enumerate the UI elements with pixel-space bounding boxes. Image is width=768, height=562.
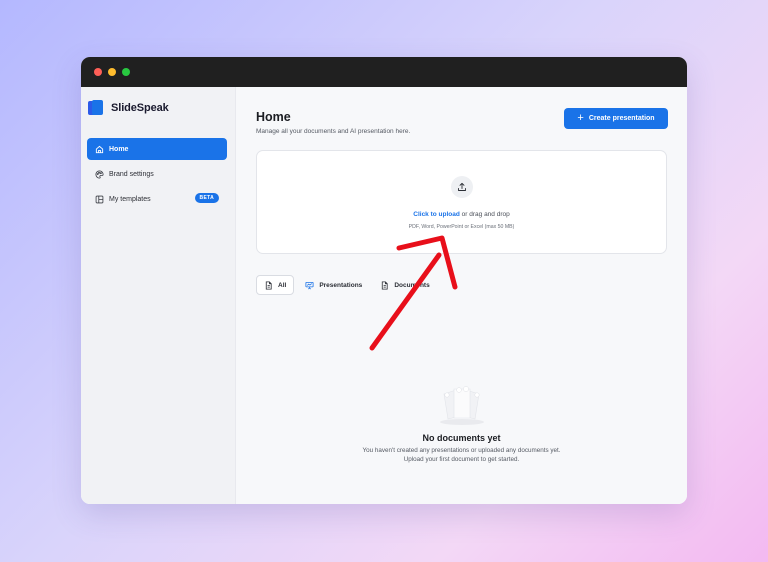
filter-tab-documents[interactable]: Documents <box>373 275 436 295</box>
empty-documents-illustration <box>440 386 484 425</box>
empty-state-text: You haven't created any presentations or… <box>362 447 561 463</box>
minimize-window-button[interactable] <box>108 68 116 76</box>
create-presentation-label: Create presentation <box>588 115 655 122</box>
sidebar-item-my-templates[interactable]: My templates BETA <box>87 188 227 210</box>
upload-instructions: Click to upload or drag and drop <box>257 211 666 218</box>
brand-name: SlideSpeak <box>111 102 169 114</box>
maximize-window-button[interactable] <box>122 68 130 76</box>
home-icon <box>95 145 104 154</box>
sidebar-item-label: Home <box>109 145 129 153</box>
sidebar: SlideSpeak Home Brand settings My templa… <box>81 87 236 504</box>
upload-dropzone[interactable]: Click to upload or drag and drop PDF, Wo… <box>256 150 667 254</box>
sidebar-item-label: Brand settings <box>109 170 154 178</box>
window-titlebar <box>81 57 687 87</box>
beta-badge: BETA <box>194 193 219 203</box>
page-subtitle: Manage all your documents and AI present… <box>256 128 411 135</box>
filter-tab-presentations[interactable]: Presentations <box>298 275 369 295</box>
palette-icon <box>95 169 104 179</box>
document-icon <box>382 280 388 290</box>
brand[interactable]: SlideSpeak <box>88 100 169 116</box>
upload-icon <box>451 176 473 198</box>
filter-tab-label: Documents <box>394 281 430 289</box>
create-presentation-button[interactable]: + Create presentation <box>564 108 668 129</box>
sidebar-item-brand-settings[interactable]: Brand settings <box>87 163 227 185</box>
filter-tab-all[interactable]: All <box>256 275 295 295</box>
document-filter-tabs: All Presentations Documents <box>256 275 441 295</box>
close-window-button[interactable] <box>94 68 102 76</box>
presentation-icon <box>305 281 314 289</box>
filter-tab-label: All <box>278 281 287 289</box>
main-content: Home Manage all your documents and AI pr… <box>236 87 687 504</box>
upload-file-types-hint: PDF, Word, PowerPoint or Excel (max 50 M… <box>408 224 515 230</box>
sidebar-item-label: My templates <box>109 195 151 203</box>
page-title: Home <box>256 110 291 124</box>
slidespeak-logo-icon <box>88 100 104 116</box>
drag-drop-text: or drag and drop <box>459 211 510 218</box>
filter-tab-label: Presentations <box>319 281 363 289</box>
sidebar-nav: Home Brand settings My templates BETA <box>87 138 227 213</box>
app-window: SlideSpeak Home Brand settings My templa… <box>81 57 687 504</box>
click-to-upload-link[interactable]: Click to upload <box>413 211 460 218</box>
sidebar-item-home[interactable]: Home <box>87 138 227 160</box>
document-icon <box>265 280 272 290</box>
layout-icon <box>95 195 104 204</box>
plus-icon: + <box>577 112 584 124</box>
empty-state-title: No documents yet <box>422 433 501 443</box>
